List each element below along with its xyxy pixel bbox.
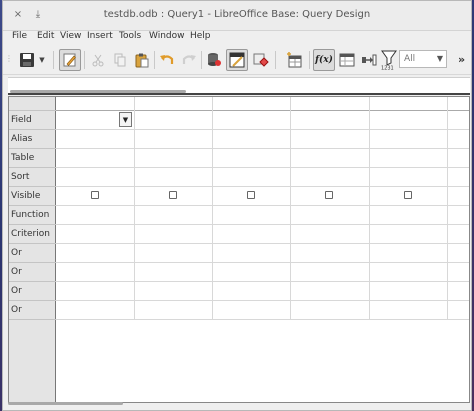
toolbar-separator	[201, 51, 202, 69]
grid-line	[56, 129, 469, 130]
visible-checkbox-col4[interactable]	[325, 191, 333, 199]
table-name-button[interactable]	[336, 49, 358, 71]
copy-icon	[114, 53, 126, 67]
menu-file[interactable]: File	[12, 31, 27, 41]
grid-line	[56, 243, 469, 244]
database-icon	[208, 53, 221, 66]
redo-icon	[182, 55, 196, 64]
edit-mode-button[interactable]	[59, 49, 81, 71]
visible-checkbox-col1[interactable]	[91, 191, 99, 199]
row-label-or: Or	[9, 282, 56, 301]
paste-icon	[135, 53, 149, 68]
toolbar: ⋮ ▼ f(x) 1231 All ▼ »	[3, 45, 471, 75]
menu-insert[interactable]: Insert	[87, 31, 113, 41]
copy-button[interactable]	[109, 49, 131, 71]
menu-bar: File Edit View Insert Tools Window Help	[3, 31, 471, 45]
field-select-dropdown[interactable]: ▼	[119, 112, 132, 127]
limit-icon-label: 1231	[381, 66, 394, 71]
cut-button[interactable]	[87, 49, 109, 71]
run-query-button[interactable]	[203, 49, 225, 71]
row-label-criterion: Criterion	[9, 225, 56, 244]
grid-line	[56, 262, 469, 263]
menu-tools[interactable]: Tools	[119, 31, 141, 41]
visible-checkbox-col3[interactable]	[247, 191, 255, 199]
paste-button[interactable]	[131, 49, 153, 71]
row-label-or: Or	[9, 263, 56, 282]
save-icon	[20, 53, 34, 67]
toolbar-separator	[53, 51, 54, 69]
grid-column-divider[interactable]	[290, 97, 291, 319]
grid-header-corner	[9, 97, 56, 111]
distinct-values-button[interactable]: 1231	[378, 49, 400, 71]
query-design-window: × ⤓ testdb.odb : Query1 - LibreOffice Ba…	[2, 0, 472, 411]
toolbar-overflow-icon[interactable]: »	[458, 53, 465, 66]
row-label-or: Or	[9, 301, 56, 320]
function-icon: f(x)	[315, 55, 333, 65]
limit-select-value: All	[404, 54, 416, 64]
menu-window[interactable]: Window	[149, 31, 185, 41]
add-table-button[interactable]	[283, 49, 305, 71]
window-title: testdb.odb : Query1 - LibreOffice Base: …	[103, 9, 371, 20]
row-label-or: Or	[9, 244, 56, 263]
grid-row-headers: Field Alias Table Sort Visible Function …	[9, 97, 56, 402]
visible-checkbox-col2[interactable]	[169, 191, 177, 199]
edit-pencil-icon	[63, 53, 76, 67]
chevron-down-icon: ▼	[122, 115, 129, 124]
grid-column-divider[interactable]	[212, 97, 213, 319]
grid-line	[56, 148, 469, 149]
clear-query-button[interactable]	[250, 49, 272, 71]
grid-line	[56, 205, 469, 206]
grid-column-divider[interactable]	[134, 97, 135, 319]
design-view-toggle-button[interactable]	[226, 49, 248, 71]
row-label-table: Table	[9, 149, 56, 168]
menu-help[interactable]: Help	[190, 31, 211, 41]
title-bar: × ⤓ testdb.odb : Query1 - LibreOffice Ba…	[3, 1, 471, 31]
save-dropdown-button[interactable]: ▼	[37, 49, 47, 71]
menu-edit[interactable]: Edit	[37, 31, 54, 41]
toolbar-separator	[154, 51, 155, 69]
row-label-field: Field	[9, 111, 56, 130]
table-name-icon	[339, 53, 355, 67]
alias-icon	[362, 54, 377, 66]
add-table-icon	[287, 52, 302, 68]
grid-column-divider[interactable]	[369, 97, 370, 319]
grid-line	[56, 319, 469, 320]
grid-line	[56, 186, 469, 187]
row-label-sort: Sort	[9, 168, 56, 187]
design-view-icon	[229, 52, 245, 68]
grid-horizontal-scrollbar[interactable]	[8, 402, 123, 405]
toolbar-separator	[84, 51, 85, 69]
row-label-function: Function	[9, 206, 56, 225]
row-label-visible: Visible	[9, 187, 56, 206]
row-label-alias: Alias	[9, 130, 56, 149]
grid-line	[56, 110, 469, 111]
pane-splitter[interactable]	[8, 93, 470, 95]
grid-line	[56, 300, 469, 301]
grid-line	[56, 224, 469, 225]
chevron-down-icon: ▼	[436, 54, 443, 63]
limit-select[interactable]: All ▼	[399, 50, 447, 68]
undo-icon	[160, 55, 174, 64]
eraser-icon	[253, 53, 269, 67]
grid-column-divider[interactable]	[447, 97, 448, 319]
toolbar-separator	[275, 51, 276, 69]
query-design-grid: Field Alias Table Sort Visible Function …	[8, 96, 470, 403]
undo-button[interactable]	[156, 49, 178, 71]
table-selection-area	[8, 77, 470, 93]
redo-button[interactable]	[178, 49, 200, 71]
grid-line	[56, 167, 469, 168]
alias-button[interactable]	[358, 49, 380, 71]
toolbar-grip-icon: ⋮	[5, 54, 13, 63]
menu-view[interactable]: View	[60, 31, 81, 41]
cut-icon	[92, 54, 104, 67]
grid-line	[56, 281, 469, 282]
chevron-down-icon: ▼	[39, 56, 45, 64]
functions-button[interactable]: f(x)	[313, 49, 335, 71]
toolbar-separator	[309, 51, 310, 69]
save-button[interactable]	[16, 49, 38, 71]
visible-checkbox-col5[interactable]	[404, 191, 412, 199]
filter-limit-icon: 1231	[381, 50, 397, 71]
